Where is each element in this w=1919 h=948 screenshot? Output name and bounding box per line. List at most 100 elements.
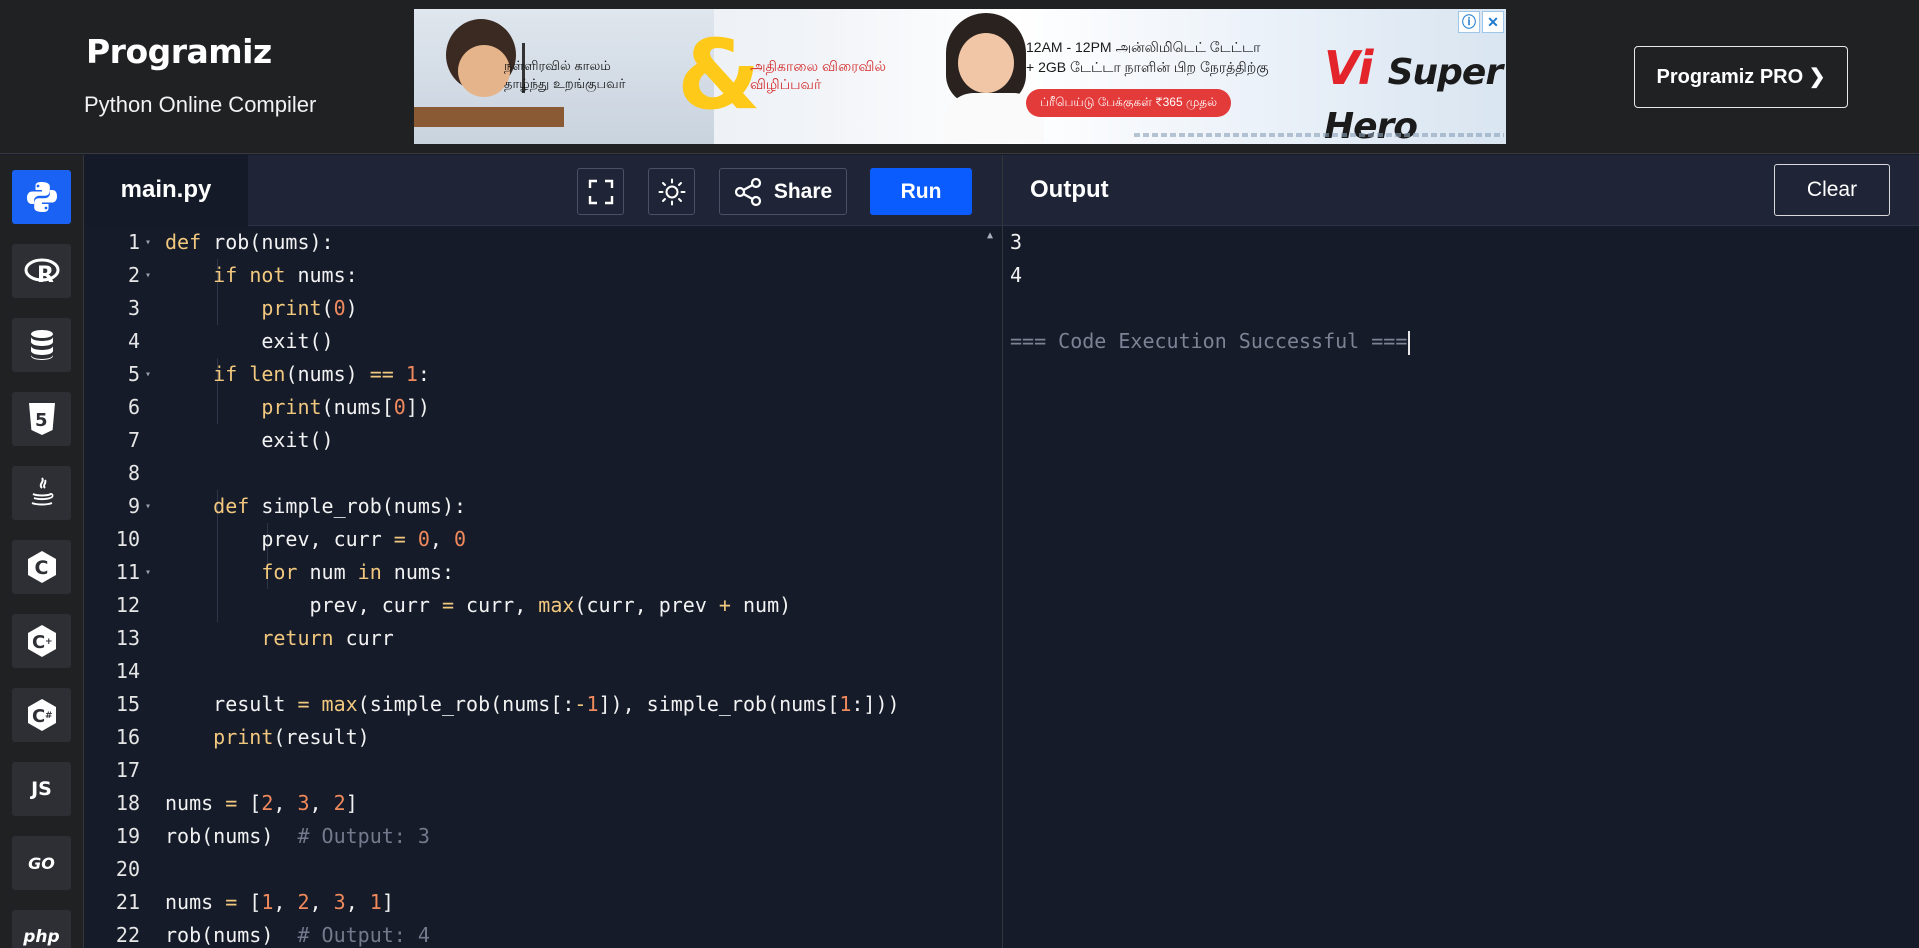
- output-line: 3: [1010, 230, 1023, 254]
- line-number: 18: [115, 791, 140, 815]
- code-token: rob(nums): [165, 824, 298, 848]
- code-line[interactable]: 3 print(0): [84, 292, 1002, 325]
- code-token: ): [345, 296, 358, 320]
- fold-arrow-icon[interactable]: ▾: [145, 556, 151, 589]
- code-token: =: [225, 791, 238, 815]
- code-line[interactable]: 15 result = max(simple_rob(nums[:-1]), s…: [84, 688, 1002, 721]
- code-line[interactable]: 1 ▾ def rob(nums):: [84, 226, 1002, 259]
- line-number: 20: [115, 857, 140, 881]
- code-token: =: [441, 593, 454, 617]
- code-line[interactable]: 8: [84, 457, 1002, 490]
- tab-main-py[interactable]: main.py: [84, 155, 248, 226]
- run-button[interactable]: Run: [870, 168, 972, 215]
- code-line[interactable]: 17: [84, 754, 1002, 787]
- ad-price-pill: ப்ரீபெய்டு பேக்குகள் ₹365 முதல்: [1026, 89, 1232, 117]
- ad-info-icon[interactable]: ⓘ: [1458, 11, 1480, 33]
- line-number: 1: [127, 230, 140, 254]
- code-line[interactable]: 16 print(result): [84, 721, 1002, 754]
- code-token: print: [261, 296, 322, 320]
- code-line[interactable]: 7 exit(): [84, 424, 1002, 457]
- theme-toggle-button[interactable]: [648, 168, 695, 215]
- code-line[interactable]: 4 exit(): [84, 325, 1002, 358]
- fold-arrow-icon[interactable]: ▾: [145, 490, 151, 523]
- code-text: exit(): [165, 325, 333, 358]
- c-language-button[interactable]: C: [12, 540, 71, 594]
- cpp-language-button[interactable]: C +: [12, 614, 71, 668]
- line-number: 12: [115, 593, 140, 617]
- code-token: 1: [261, 890, 274, 914]
- code-token: # Output: 3: [297, 824, 430, 848]
- code-token: ,: [309, 890, 334, 914]
- code-token: 2: [297, 890, 310, 914]
- svg-text:5: 5: [35, 410, 48, 431]
- html5-icon: 5: [28, 403, 55, 435]
- code-line[interactable]: 13 return curr: [84, 622, 1002, 655]
- code-line[interactable]: 21 nums = [1, 2, 3, 1]: [84, 886, 1002, 919]
- code-line[interactable]: 19 rob(nums) # Output: 3: [84, 820, 1002, 853]
- fold-arrow-icon[interactable]: ▾: [145, 259, 151, 292]
- code-token: 0: [393, 395, 406, 419]
- code-token: 1: [405, 362, 418, 386]
- svg-text:#: #: [45, 711, 53, 721]
- code-line[interactable]: 11 ▾ for num in nums:: [84, 556, 1002, 589]
- code-token: print: [213, 725, 274, 749]
- page-subtitle: Python Online Compiler: [84, 92, 317, 117]
- go-language-button[interactable]: GO: [12, 836, 71, 890]
- code-token: 0: [417, 527, 430, 551]
- fullscreen-icon: [588, 179, 613, 204]
- ad-close-icon[interactable]: ✕: [1482, 11, 1504, 33]
- sql-language-button[interactable]: [12, 318, 71, 372]
- code-token: len: [249, 362, 286, 386]
- output-title: Output: [1030, 176, 1109, 203]
- code-token: ,: [309, 791, 334, 815]
- share-button[interactable]: Share: [719, 168, 847, 215]
- ad-right-text: 12AM - 12PM அன்லிமிடெட் டேட்டா + 2GB டேட…: [1026, 37, 1326, 77]
- php-language-button[interactable]: php: [12, 910, 71, 948]
- code-token: nums:: [381, 560, 455, 584]
- csharp-language-button[interactable]: C #: [12, 688, 71, 742]
- code-line[interactable]: 12 prev, curr = curr, max(curr, prev + n…: [84, 589, 1002, 622]
- clear-button[interactable]: Clear: [1774, 164, 1890, 216]
- programiz-pro-button[interactable]: Programiz PRO ❯: [1634, 46, 1848, 108]
- code-line[interactable]: 18 nums = [2, 3, 2]: [84, 787, 1002, 820]
- fullscreen-button[interactable]: [577, 168, 624, 215]
- code-line[interactable]: 20: [84, 853, 1002, 886]
- code-line[interactable]: 2 ▾ if not nums:: [84, 259, 1002, 292]
- code-token: for: [261, 560, 298, 584]
- code-token: -: [574, 692, 587, 716]
- code-text: def simple_rob(nums):: [165, 490, 466, 523]
- code-token: max: [321, 692, 358, 716]
- code-text: if len(nums) == 1:: [165, 358, 430, 391]
- code-line[interactable]: 5 ▾ if len(nums) == 1:: [84, 358, 1002, 391]
- fold-arrow-icon[interactable]: ▾: [145, 226, 151, 259]
- cpp-icon: C +: [27, 625, 56, 657]
- javascript-language-button[interactable]: JS: [12, 762, 71, 816]
- line-number: 9: [127, 494, 140, 518]
- code-line[interactable]: 10 prev, curr = 0, 0: [84, 523, 1002, 556]
- line-number: 17: [115, 758, 140, 782]
- code-line[interactable]: 9 ▾ def simple_rob(nums):: [84, 490, 1002, 523]
- code-token: not: [249, 263, 286, 287]
- code-line[interactable]: 6 print(nums[0]): [84, 391, 1002, 424]
- code-line[interactable]: 22 rob(nums) # Output: 4: [84, 919, 1002, 948]
- code-text: rob(nums) # Output: 4: [165, 919, 430, 948]
- line-number: 21: [115, 890, 140, 914]
- code-editor[interactable]: ▲ 1 ▾ def rob(nums): 2 ▾ if not nums: 3 print…: [84, 226, 1002, 948]
- code-token: 2: [333, 791, 346, 815]
- html-language-button[interactable]: 5: [12, 392, 71, 446]
- code-token: max: [538, 593, 575, 617]
- line-number: 19: [115, 824, 140, 848]
- code-token: if: [213, 263, 238, 287]
- programiz-logo[interactable]: Programiz: [86, 32, 272, 71]
- advertisement-banner[interactable]: நள்ளிரவில் காலம் தாழ்ந்து உறங்குபவர் & அ…: [414, 9, 1506, 144]
- python-language-button[interactable]: [12, 170, 71, 224]
- r-language-button[interactable]: R: [12, 244, 71, 298]
- fold-arrow-icon[interactable]: ▾: [145, 358, 151, 391]
- code-line[interactable]: 14: [84, 655, 1002, 688]
- java-language-button[interactable]: [12, 466, 71, 520]
- code-token: (result): [273, 725, 370, 749]
- svg-text:R: R: [37, 263, 54, 286]
- output-console[interactable]: 3 4 === Code Execution Successful ===: [1002, 226, 1919, 948]
